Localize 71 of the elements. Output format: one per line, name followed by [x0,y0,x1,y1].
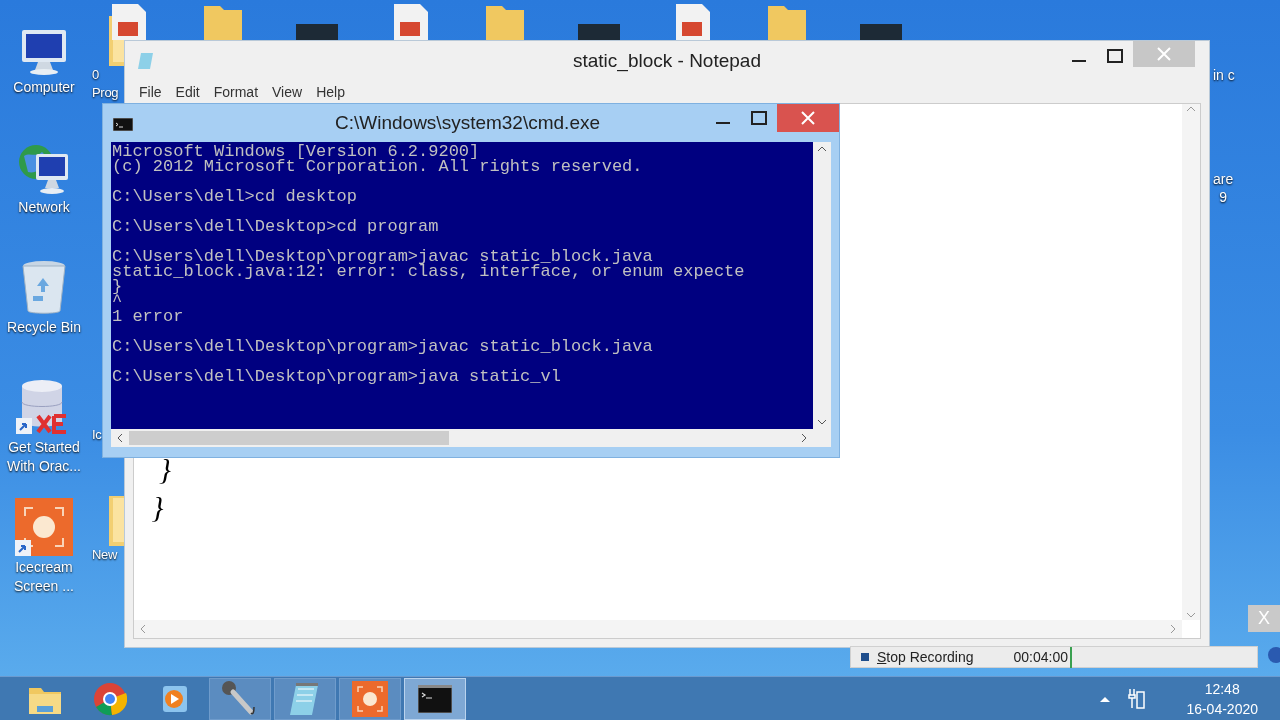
desktop-icon[interactable]: Computer [0,14,88,134]
scroll-down-icon [817,419,827,425]
scroll-left-icon [140,624,146,634]
text-line: } [158,451,171,487]
clock[interactable]: 12:48 16-04-2020 [1164,678,1258,719]
console-line: static_block.java:12: error: class, interface, or enum expecte [112,264,746,279]
desktop-icon[interactable]: Recycle Bin [0,254,88,374]
console-line: ^ [112,294,124,309]
desktop-icon-label: Recycle Bin [6,318,82,337]
browser-icon [93,681,127,716]
stop-icon [861,653,869,661]
play-icon [161,683,189,714]
vertical-scrollbar[interactable] [1182,104,1200,620]
scroll-right-icon [801,433,807,443]
minimize-icon [1072,60,1086,62]
help-icon[interactable] [1266,646,1280,664]
console-line: Microsoft Windows [Version 6.2.9200] [112,144,481,159]
scroll-down-icon [1186,612,1196,618]
window-title: static_block - Notepad [573,48,761,74]
console-icon [418,684,452,713]
close-icon [1157,47,1171,61]
recorder-app-icon [15,498,73,556]
recycle-bin-icon [19,258,69,316]
desktop-icon[interactable]: Network [0,134,88,254]
desktop-icon[interactable]: Icecream Screen ... [0,494,88,614]
console-line: C:\Users\dell\Desktop\program>javac static_block.java [112,339,654,354]
desktop-icon[interactable]: Get Started With Orac... [0,374,88,494]
console-line: (c) 2012 Microsoft Corporation. All rights reserved. [112,159,644,174]
horizontal-scrollbar[interactable] [134,620,1182,638]
caret-up-icon[interactable] [1100,695,1111,702]
console-line: C:\Users\dell\Desktop\program>java static_vl [112,369,562,384]
scroll-left-icon [117,433,123,443]
notepad-icon [137,51,155,71]
desktop-icon-label: Network [17,198,71,217]
desktop-icon-label: Prog [92,84,119,102]
menu-item[interactable]: Edit [175,81,200,103]
console-line: C:\Users\dell\Desktop\program>javac static_block.java [112,249,654,264]
battery-icon[interactable] [1128,687,1147,710]
menu-item[interactable]: Format [213,81,259,103]
scroll-right-icon [1170,624,1176,634]
desktop-icon-label: Computer [12,78,76,97]
folder-icon [109,496,125,546]
maximize-icon [751,111,767,125]
menu-item[interactable]: View [272,81,303,103]
scroll-up-icon [1186,106,1196,112]
menu-item[interactable]: File [139,81,162,103]
close-icon [801,111,815,125]
console-line: 1 error [112,309,185,324]
desktop-icon-label: 0 [92,66,99,84]
desktop-icon-label: are [1213,170,1234,188]
console-line: C:\Users\dell\Desktop>cd program [112,219,440,234]
text-line: } [150,489,164,525]
scroll-up-icon [817,146,827,152]
stop-recording-button[interactable]: Stop Recording [861,646,974,668]
desktop-icon-label: Get Started With Orac... [6,438,82,476]
taskbar-button[interactable] [404,677,466,720]
recording-time: 00:04:00 [1013,646,1072,668]
console-icon [113,118,133,131]
desktop-icon-label: 9 [1219,188,1227,206]
console-line: } [112,279,123,294]
minimize-icon [716,122,730,124]
desktop-icon-label: Icecream Screen ... [13,558,75,596]
menu-item[interactable]: Help [316,81,345,103]
desktop-icon-label: New [92,546,118,564]
console-line: C:\Users\dell>cd desktop [112,189,358,204]
scrollbar-thumb[interactable] [129,431,449,445]
maximize-icon [1107,49,1123,63]
window-title: C:\Windows\system32\cmd.exe [335,110,601,135]
recorder-app-icon [352,680,388,717]
desktop-icon-label: Ic [92,426,102,444]
desktop-icon-label: in c [1213,66,1235,84]
